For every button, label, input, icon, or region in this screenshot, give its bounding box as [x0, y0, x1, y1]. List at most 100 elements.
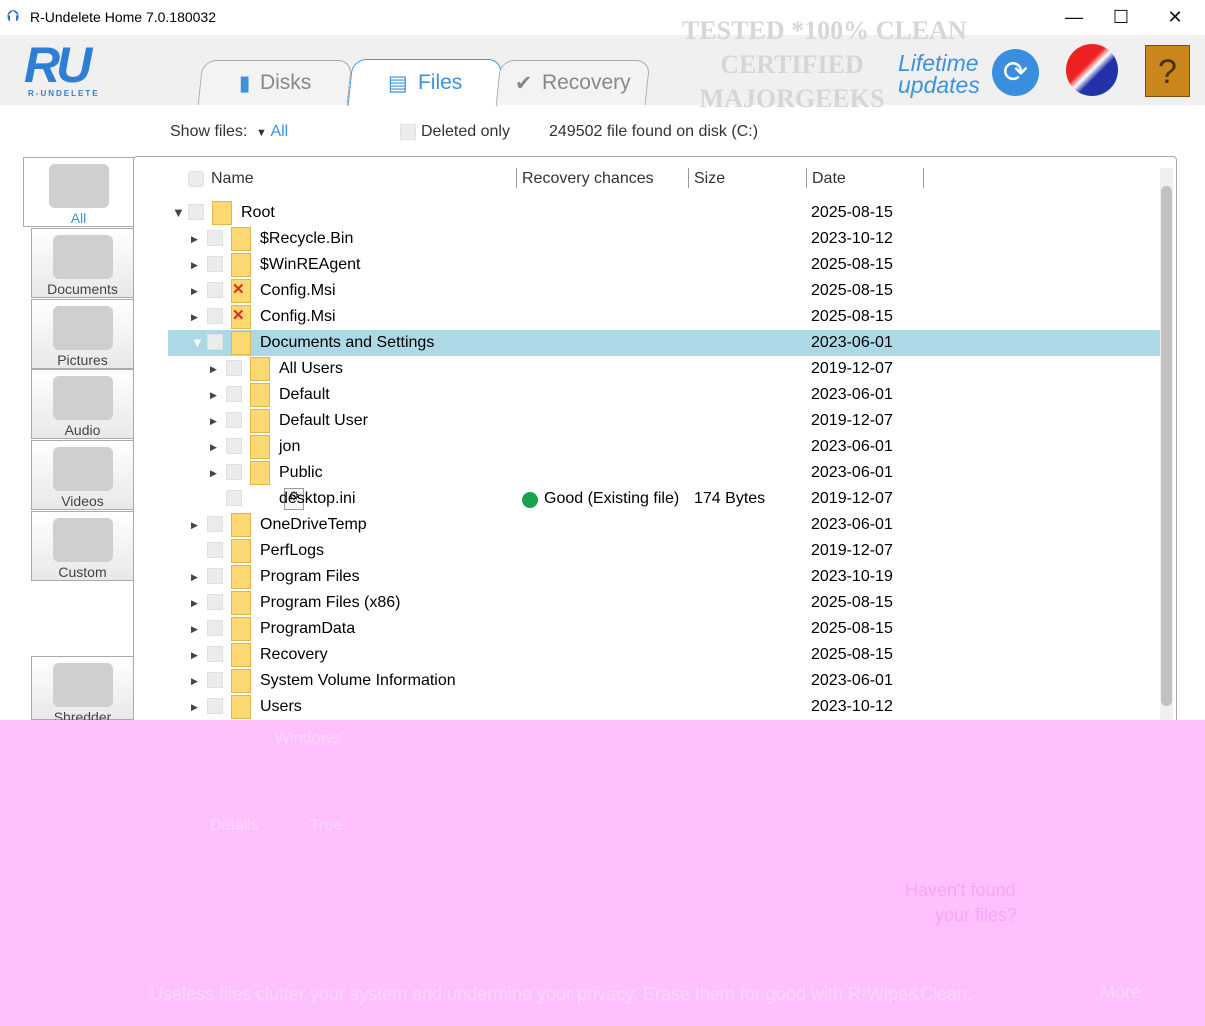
row-checkbox[interactable]: [207, 672, 223, 688]
scrollbar-thumb[interactable]: [1161, 186, 1172, 706]
tree-row[interactable]: ▶ ProgramData 2025-08-15: [168, 616, 1160, 642]
tree-row[interactable]: ▼ Root 2025-08-15: [168, 200, 1160, 226]
row-name: $WinREAgent: [260, 256, 361, 273]
sidebar-item-audio[interactable]: Audio: [31, 369, 134, 439]
expand-arrow-icon[interactable]: ▶: [210, 442, 217, 453]
expand-arrow-icon[interactable]: ▶: [210, 416, 217, 427]
lifetime-updates-link[interactable]: Lifetime updates: [898, 52, 980, 97]
tree-row[interactable]: ▶ All Users 2019-12-07: [168, 356, 1160, 382]
tree-row[interactable]: ▶ $WinREAgent 2025-08-15: [168, 252, 1160, 278]
expand-arrow-icon[interactable]: ▶: [191, 598, 198, 609]
column-divider[interactable]: [688, 168, 689, 188]
expand-arrow-icon[interactable]: ▶: [210, 364, 217, 375]
row-date: 2025-08-15: [811, 594, 893, 611]
tree-row[interactable]: PerfLogs 2019-12-07: [168, 538, 1160, 564]
column-size[interactable]: Size: [694, 170, 725, 188]
row-checkbox[interactable]: [226, 438, 242, 454]
row-checkbox[interactable]: [207, 230, 223, 246]
row-checkbox[interactable]: [226, 360, 242, 376]
expand-arrow-icon[interactable]: ▶: [191, 260, 198, 271]
more-link[interactable]: More: [1100, 982, 1141, 1003]
sidebar-item-shredder[interactable]: Shredder: [31, 656, 134, 725]
tree-row[interactable]: ▶ ✕ Config.Msi 2025-08-15: [168, 278, 1160, 304]
close-button[interactable]: ✕: [1152, 4, 1198, 30]
row-checkbox[interactable]: [207, 308, 223, 324]
row-checkbox[interactable]: [207, 542, 223, 558]
tree-row[interactable]: ▶ Public 2023-06-01: [168, 460, 1160, 486]
tree-row[interactable]: ▶ $Recycle.Bin 2023-10-12: [168, 226, 1160, 252]
expand-arrow-icon[interactable]: ▶: [191, 520, 198, 531]
column-divider[interactable]: [806, 168, 807, 188]
update-icon[interactable]: ⟳: [992, 49, 1039, 96]
vertical-scrollbar[interactable]: [1160, 168, 1173, 723]
tree-item-windows: Windows: [275, 730, 340, 747]
row-name: Public: [279, 464, 323, 481]
row-checkbox[interactable]: [207, 282, 223, 298]
expand-arrow-icon[interactable]: ▶: [191, 572, 198, 583]
maximize-button[interactable]: ☐: [1098, 4, 1144, 30]
row-checkbox[interactable]: [207, 568, 223, 584]
tree-row[interactable]: ▶ Users 2023-10-12: [168, 694, 1160, 720]
expand-arrow-icon[interactable]: ▶: [210, 468, 217, 479]
expand-arrow-icon[interactable]: ▶: [191, 312, 198, 323]
tree-row[interactable]: ▼ Documents and Settings 2023-06-01: [168, 330, 1160, 356]
row-checkbox[interactable]: [207, 646, 223, 662]
select-all-checkbox[interactable]: [188, 171, 204, 187]
row-date: 2019-12-07: [811, 360, 893, 377]
tree-row[interactable]: ▶ OneDriveTemp 2023-06-01: [168, 512, 1160, 538]
sidebar-item-custom[interactable]: Custom: [31, 511, 134, 581]
sidebar-item-videos[interactable]: Videos: [31, 440, 134, 510]
expand-arrow-icon[interactable]: ▶: [191, 286, 198, 297]
tree-row[interactable]: ▶ Default User 2019-12-07: [168, 408, 1160, 434]
minimize-button[interactable]: —: [1051, 4, 1097, 30]
tree-row[interactable]: ▶ Program Files 2023-10-19: [168, 564, 1160, 590]
row-size: 174 Bytes: [694, 490, 766, 507]
show-files-dropdown[interactable]: ▼ All: [256, 123, 288, 141]
column-divider[interactable]: [923, 168, 924, 188]
tree-row[interactable]: ⚙ desktop.ini Good (Existing file) 174 Byte…: [168, 486, 1160, 512]
collapse-arrow-icon[interactable]: ▼: [172, 205, 185, 220]
expand-arrow-icon[interactable]: ▶: [191, 676, 198, 687]
row-checkbox[interactable]: [188, 204, 204, 220]
folder-icon: [231, 539, 251, 563]
expand-arrow-icon[interactable]: ▶: [191, 234, 198, 245]
tab-disks[interactable]: ▮ Disks: [197, 60, 353, 105]
tree-row[interactable]: ▶ Program Files (x86) 2025-08-15: [168, 590, 1160, 616]
tab-recovery[interactable]: ✔ Recovery: [495, 60, 651, 105]
row-checkbox[interactable]: [207, 698, 223, 714]
expand-arrow-icon[interactable]: ▶: [191, 624, 198, 635]
tree-row[interactable]: ▶ Recovery 2025-08-15: [168, 642, 1160, 668]
row-name: Program Files (x86): [260, 594, 401, 611]
sidebar-item-documents[interactable]: Documents: [31, 228, 134, 298]
tree-row[interactable]: ▶ Default 2023-06-01: [168, 382, 1160, 408]
tree-row[interactable]: ▶ jon 2023-06-01: [168, 434, 1160, 460]
tree-row[interactable]: ▶ System Volume Information 2023-06-01: [168, 668, 1160, 694]
language-flags-icon[interactable]: [1066, 44, 1118, 96]
row-checkbox[interactable]: [207, 594, 223, 610]
column-divider[interactable]: [516, 168, 517, 188]
folder-icon: [212, 201, 232, 225]
help-button[interactable]: ?: [1145, 45, 1190, 97]
row-checkbox[interactable]: [226, 412, 242, 428]
details-view-option[interactable]: Details: [210, 817, 259, 835]
tab-files[interactable]: ▤ Files: [347, 59, 503, 106]
expand-arrow-icon[interactable]: ▶: [191, 650, 198, 661]
row-checkbox[interactable]: [207, 620, 223, 636]
row-checkbox[interactable]: [207, 516, 223, 532]
row-checkbox[interactable]: [207, 334, 223, 350]
column-recovery-chances[interactable]: Recovery chances: [522, 170, 654, 188]
tree-view-option[interactable]: Tree: [310, 817, 342, 835]
tree-row[interactable]: ▶ ✕ Config.Msi 2025-08-15: [168, 304, 1160, 330]
row-checkbox[interactable]: [226, 464, 242, 480]
row-checkbox[interactable]: [207, 256, 223, 272]
sidebar-item-all[interactable]: All: [23, 157, 134, 227]
column-name[interactable]: Name: [211, 170, 254, 188]
column-date[interactable]: Date: [812, 170, 846, 188]
sidebar-item-pictures[interactable]: Pictures: [31, 299, 134, 369]
row-checkbox[interactable]: [226, 386, 242, 402]
row-checkbox[interactable]: [226, 490, 242, 506]
collapse-arrow-icon[interactable]: ▼: [191, 335, 204, 350]
expand-arrow-icon[interactable]: ▶: [210, 390, 217, 401]
deleted-only-checkbox[interactable]: [400, 124, 416, 140]
expand-arrow-icon[interactable]: ▶: [191, 702, 198, 713]
